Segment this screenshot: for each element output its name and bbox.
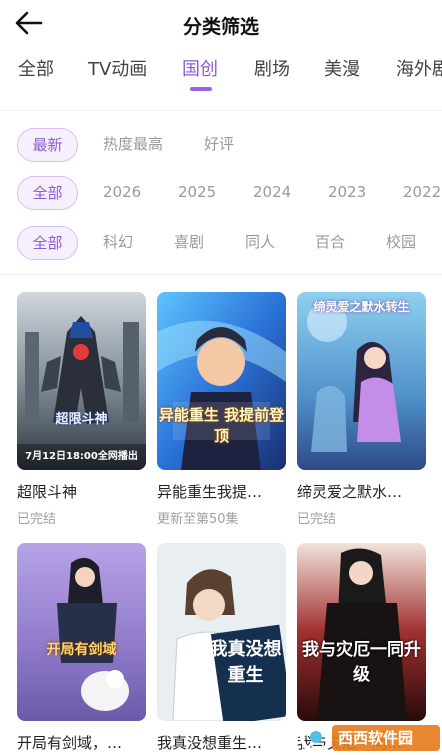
page-title: 分类筛选 [182, 16, 259, 38]
divider [0, 110, 442, 111]
genre-campus[interactable]: 校园 [386, 226, 416, 260]
cover-caption: 7月12日18:00全网播出 [25, 451, 138, 462]
genre-all[interactable]: 全部 [17, 226, 78, 260]
card-title: 缔灵爱之默水… [297, 483, 403, 501]
watermark-text: 西西软件园 [338, 729, 414, 747]
card-status: 已完结 [17, 512, 57, 527]
genre-yuri[interactable]: 百合 [315, 226, 345, 260]
year-all[interactable]: 全部 [17, 176, 78, 210]
card-title: 超限斗神 [17, 483, 78, 501]
cover-art [297, 543, 426, 721]
year-2026[interactable]: 2026 [103, 176, 141, 210]
year-2022[interactable]: 2022 [403, 176, 441, 210]
tab-guochuang[interactable]: 国创 [182, 55, 218, 81]
watermark-logo: 西西软件园 [296, 715, 442, 755]
genre-fan-work[interactable]: 同人 [245, 226, 275, 260]
cover-art [297, 292, 426, 470]
header: 分类筛选 [0, 0, 442, 48]
filter-latest[interactable]: 最新 [17, 128, 78, 162]
list-item[interactable]: 超限斗神 7月12日18:00全网播出 超限斗神 已完结 [17, 292, 146, 527]
card-title: 我真没想重生… [157, 734, 263, 752]
tab-overseas[interactable]: 海外剧 [396, 55, 442, 81]
list-item[interactable]: 我与灾厄一同升级 我与灾厄一同… [297, 543, 426, 752]
tab-tv-anime[interactable]: TV动画 [88, 55, 147, 81]
tab-all[interactable]: 全部 [18, 55, 54, 81]
list-item[interactable]: 我真没想重生 我真没想重生… [157, 543, 286, 752]
cover-image: 我真没想重生 [157, 543, 286, 721]
cover-image: 异能重生 我提前登顶 [157, 292, 286, 470]
filter-most-popular[interactable]: 热度最高 [103, 128, 163, 162]
year-2023[interactable]: 2023 [328, 176, 366, 210]
card-title: 异能重生我提… [157, 483, 263, 501]
cover-image: 缔灵爱之默水转生 [297, 292, 426, 470]
card-title: 开局有剑域，… [17, 734, 123, 752]
active-tab-indicator [190, 87, 212, 91]
tab-american-comics[interactable]: 美漫 [324, 55, 360, 81]
cover-art [157, 543, 286, 721]
filter-top-rated[interactable]: 好评 [204, 128, 234, 162]
card-status: 已完结 [297, 512, 337, 527]
list-item[interactable]: 开局有剑域 开局有剑域，… [17, 543, 146, 752]
cover-image: 超限斗神 7月12日18:00全网播出 [17, 292, 146, 470]
card-status: 更新至第50集 [157, 512, 239, 527]
cover-art-text: 异能重生 我提前登顶 [158, 406, 285, 445]
year-2025[interactable]: 2025 [178, 176, 216, 210]
year-filter-row: 全部 2026 2025 2024 2023 2022 [0, 176, 442, 212]
tab-theater[interactable]: 剧场 [254, 55, 290, 81]
cover-art-text: 缔灵爱之默水转生 [313, 300, 410, 314]
category-tabs: 全部 TV动画 国创 剧场 美漫 海外剧 [0, 50, 442, 96]
genre-scifi[interactable]: 科幻 [103, 226, 133, 260]
cover-art-text: 我真没想重生 [209, 639, 282, 686]
cover-art-text: 我与灾厄一同升级 [302, 640, 421, 685]
list-item[interactable]: 缔灵爱之默水转生 缔灵爱之默水… 已完结 [297, 292, 426, 527]
genre-comedy[interactable]: 喜剧 [174, 226, 204, 260]
genre-filter-row: 全部 科幻 喜剧 同人 百合 校园 [0, 226, 442, 262]
divider [0, 274, 442, 275]
cover-image: 开局有剑域 [17, 543, 146, 721]
cover-image: 我与灾厄一同升级 [297, 543, 426, 721]
list-item[interactable]: 异能重生 我提前登顶 异能重生我提… 更新至第50集 [157, 292, 286, 527]
cover-art-text: 超限斗神 [55, 412, 108, 427]
cover-art [17, 292, 146, 470]
year-2024[interactable]: 2024 [253, 176, 291, 210]
cover-art [17, 543, 146, 721]
cover-art-text: 开局有剑域 [46, 642, 117, 658]
sort-filter-row: 最新 热度最高 好评 [0, 128, 442, 164]
